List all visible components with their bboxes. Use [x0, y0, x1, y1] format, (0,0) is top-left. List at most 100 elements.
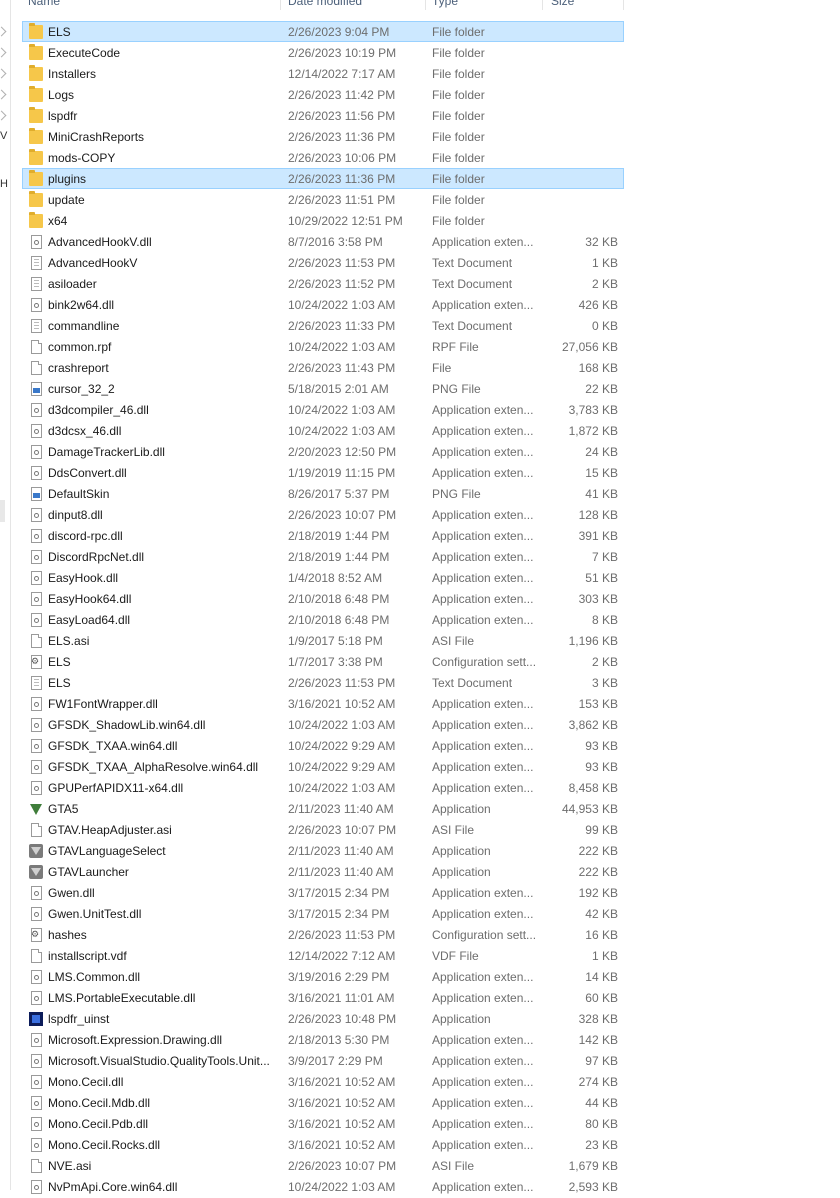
- file-name[interactable]: mods-COPY: [48, 148, 280, 169]
- file-row[interactable]: dinput8.dll 2/26/2023 10:07 PM Application…: [22, 504, 624, 525]
- navigation-pane[interactable]: V H: [0, 0, 11, 1190]
- file-name[interactable]: bink2w64.dll: [48, 295, 280, 316]
- file-row[interactable]: Mono.Cecil.dll 3/16/2021 10:52 AM Applicat…: [22, 1071, 624, 1092]
- column-divider[interactable]: [425, 0, 426, 10]
- file-name[interactable]: dinput8.dll: [48, 505, 280, 526]
- file-name[interactable]: AdvancedHookV: [48, 253, 280, 274]
- file-row[interactable]: Gwen.UnitTest.dll 3/17/2015 2:34 PM Applic…: [22, 903, 624, 924]
- file-name[interactable]: Gwen.UnitTest.dll: [48, 904, 280, 925]
- file-row[interactable]: GFSDK_TXAA.win64.dll 10/24/2022 9:29 AM Ap…: [22, 735, 624, 756]
- file-name[interactable]: common.rpf: [48, 337, 280, 358]
- file-row[interactable]: GPUPerfAPIDX11-x64.dll 10/24/2022 1:03 AM…: [22, 777, 624, 798]
- file-row[interactable]: asiloader 2/26/2023 11:52 PM Text Document…: [22, 273, 624, 294]
- file-name[interactable]: GPUPerfAPIDX11-x64.dll: [48, 778, 280, 799]
- file-row[interactable]: discord-rpc.dll 2/18/2019 1:44 PM Applicat…: [22, 525, 624, 546]
- file-name[interactable]: plugins: [48, 169, 280, 190]
- file-name[interactable]: ELS: [48, 652, 280, 673]
- file-row[interactable]: GTAV.HeapAdjuster.asi 2/26/2023 10:07 PM A…: [22, 819, 624, 840]
- file-name[interactable]: ELS: [48, 673, 280, 694]
- file-name[interactable]: DiscordRpcNet.dll: [48, 547, 280, 568]
- file-name[interactable]: DdsConvert.dll: [48, 463, 280, 484]
- file-row[interactable]: GTA5 2/11/2023 11:40 AM Application 44,953 …: [22, 798, 624, 819]
- file-name[interactable]: ELS: [48, 22, 280, 43]
- file-name[interactable]: update: [48, 190, 280, 211]
- file-row[interactable]: DefaultSkin 8/26/2017 5:37 PM PNG File 41 K…: [22, 483, 624, 504]
- file-row[interactable]: crashreport 2/26/2023 11:43 PM File 168 KB: [22, 357, 624, 378]
- column-divider[interactable]: [280, 0, 281, 10]
- file-name[interactable]: Microsoft.VisualStudio.QualityTools.Unit…: [48, 1051, 280, 1072]
- file-name[interactable]: Gwen.dll: [48, 883, 280, 904]
- column-header-type[interactable]: Type: [432, 0, 458, 10]
- file-name[interactable]: LMS.Common.dll: [48, 967, 280, 988]
- file-row[interactable]: ELS.asi 1/9/2017 5:18 PM ASI File 1,196 KB: [22, 630, 624, 651]
- file-name[interactable]: FW1FontWrapper.dll: [48, 694, 280, 715]
- file-row[interactable]: hashes 2/26/2023 11:53 PM Configuration se…: [22, 924, 624, 945]
- file-name[interactable]: EasyHook.dll: [48, 568, 280, 589]
- file-name[interactable]: DamageTrackerLib.dll: [48, 442, 280, 463]
- file-row[interactable]: commandline 2/26/2023 11:33 PM Text Docume…: [22, 315, 624, 336]
- file-name[interactable]: cursor_32_2: [48, 379, 280, 400]
- file-row[interactable]: AdvancedHookV 2/26/2023 11:53 PM Text Docu…: [22, 252, 624, 273]
- file-name[interactable]: EasyLoad64.dll: [48, 610, 280, 631]
- folder-row[interactable]: lspdfr 2/26/2023 11:56 PM File folder: [22, 105, 624, 126]
- file-name[interactable]: crashreport: [48, 358, 280, 379]
- column-header-size[interactable]: Size: [551, 0, 574, 10]
- file-row[interactable]: cursor_32_2 5/18/2015 2:01 AM PNG File 22 K…: [22, 378, 624, 399]
- folder-row[interactable]: ELS 2/26/2023 9:04 PM File folder: [22, 21, 624, 42]
- file-row[interactable]: NVE.asi 2/26/2023 10:07 PM ASI File 1,679 K…: [22, 1155, 624, 1176]
- file-name[interactable]: discord-rpc.dll: [48, 526, 280, 547]
- file-name[interactable]: lspdfr_uinst: [48, 1009, 280, 1030]
- folder-row[interactable]: mods-COPY 2/26/2023 10:06 PM File folder: [22, 147, 624, 168]
- file-row[interactable]: NvPmApi.Core.win64.dll 10/24/2022 1:03 AM…: [22, 1176, 624, 1197]
- file-row[interactable]: DdsConvert.dll 1/19/2019 11:15 PM Applicat…: [22, 462, 624, 483]
- file-row[interactable]: GTAVLauncher 2/11/2023 11:40 AM Applicatio…: [22, 861, 624, 882]
- folder-row[interactable]: MiniCrashReports 2/26/2023 11:36 PM File f…: [22, 126, 624, 147]
- file-name[interactable]: Mono.Cecil.Pdb.dll: [48, 1114, 280, 1135]
- nav-expand-chevron-icon[interactable]: [0, 89, 7, 100]
- column-divider[interactable]: [623, 0, 624, 10]
- folder-row[interactable]: x64 10/29/2022 12:51 PM File folder: [22, 210, 624, 231]
- folder-row[interactable]: Installers 12/14/2022 7:17 AM File folder: [22, 63, 624, 84]
- nav-expand-chevron-icon[interactable]: [0, 26, 7, 37]
- file-row[interactable]: DiscordRpcNet.dll 2/18/2019 1:44 PM Applic…: [22, 546, 624, 567]
- file-row[interactable]: LMS.PortableExecutable.dll 3/16/2021 11:0…: [22, 987, 624, 1008]
- file-row[interactable]: d3dcompiler_46.dll 10/24/2022 1:03 AM Appl…: [22, 399, 624, 420]
- file-row[interactable]: GFSDK_ShadowLib.win64.dll 10/24/2022 1:03…: [22, 714, 624, 735]
- nav-item-fragment[interactable]: V: [0, 130, 7, 142]
- file-row[interactable]: lspdfr_uinst 2/26/2023 10:48 PM Applicatio…: [22, 1008, 624, 1029]
- file-name[interactable]: Mono.Cecil.Rocks.dll: [48, 1135, 280, 1156]
- nav-selected-item[interactable]: [0, 500, 5, 522]
- file-name[interactable]: LMS.PortableExecutable.dll: [48, 988, 280, 1009]
- file-name[interactable]: Logs: [48, 85, 280, 106]
- file-name[interactable]: Installers: [48, 64, 280, 85]
- file-name[interactable]: lspdfr: [48, 106, 280, 127]
- file-name[interactable]: Microsoft.Expression.Drawing.dll: [48, 1030, 280, 1051]
- file-name[interactable]: GFSDK_TXAA.win64.dll: [48, 736, 280, 757]
- file-name[interactable]: GTAVLauncher: [48, 862, 280, 883]
- file-row[interactable]: ELS 1/7/2017 3:38 PM Configuration sett...…: [22, 651, 624, 672]
- file-name[interactable]: asiloader: [48, 274, 280, 295]
- file-name[interactable]: Mono.Cecil.Mdb.dll: [48, 1093, 280, 1114]
- file-row[interactable]: EasyHook64.dll 2/10/2018 6:48 PM Applicati…: [22, 588, 624, 609]
- file-name[interactable]: ELS.asi: [48, 631, 280, 652]
- file-row[interactable]: Mono.Cecil.Mdb.dll 3/16/2021 10:52 AM Appl…: [22, 1092, 624, 1113]
- file-row[interactable]: Mono.Cecil.Pdb.dll 3/16/2021 10:52 AM Appl…: [22, 1113, 624, 1134]
- file-row[interactable]: Gwen.dll 3/17/2015 2:34 PM Application ext…: [22, 882, 624, 903]
- file-name[interactable]: EasyHook64.dll: [48, 589, 280, 610]
- file-row[interactable]: LMS.Common.dll 3/19/2016 2:29 PM Applicati…: [22, 966, 624, 987]
- file-name[interactable]: d3dcompiler_46.dll: [48, 400, 280, 421]
- folder-row[interactable]: plugins 2/26/2023 11:36 PM File folder: [22, 168, 624, 189]
- file-row[interactable]: common.rpf 10/24/2022 1:03 AM RPF File 27,0…: [22, 336, 624, 357]
- file-name[interactable]: DefaultSkin: [48, 484, 280, 505]
- nav-expand-chevron-icon[interactable]: [0, 47, 7, 58]
- file-name[interactable]: GFSDK_TXAA_AlphaResolve.win64.dll: [48, 757, 280, 778]
- file-name[interactable]: GTA5: [48, 799, 280, 820]
- column-header-date-modified[interactable]: Date modified: [288, 0, 362, 10]
- file-row[interactable]: d3dcsx_46.dll 10/24/2022 1:03 AM Applicati…: [22, 420, 624, 441]
- nav-item-fragment[interactable]: H: [0, 178, 8, 190]
- file-name[interactable]: Mono.Cecil.dll: [48, 1072, 280, 1093]
- file-row[interactable]: Microsoft.VisualStudio.QualityTools.Unit…: [22, 1050, 624, 1071]
- file-row[interactable]: EasyLoad64.dll 2/10/2018 6:48 PM Applicati…: [22, 609, 624, 630]
- file-name[interactable]: GTAVLanguageSelect: [48, 841, 280, 862]
- folder-row[interactable]: update 2/26/2023 11:51 PM File folder: [22, 189, 624, 210]
